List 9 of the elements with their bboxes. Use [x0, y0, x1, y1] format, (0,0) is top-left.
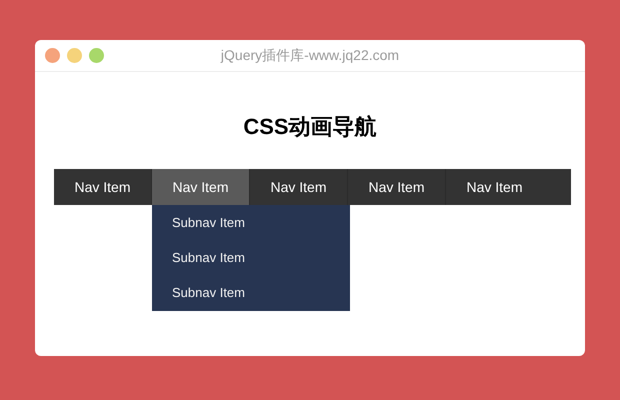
subnav-item[interactable]: Subnav Item — [152, 275, 350, 310]
window-control-icon[interactable] — [45, 48, 60, 63]
window-control-icon[interactable] — [67, 48, 82, 63]
nav-item[interactable]: Nav Item — [152, 169, 249, 205]
window-title: jQuery插件库-www.jq22.com — [220, 46, 400, 64]
subnav-item[interactable]: Subnav Item — [152, 240, 350, 275]
window-control-icon[interactable] — [89, 48, 104, 63]
subnav-item[interactable]: Subnav Item — [152, 205, 350, 240]
page-heading: CSS动画导航 — [242, 113, 378, 141]
